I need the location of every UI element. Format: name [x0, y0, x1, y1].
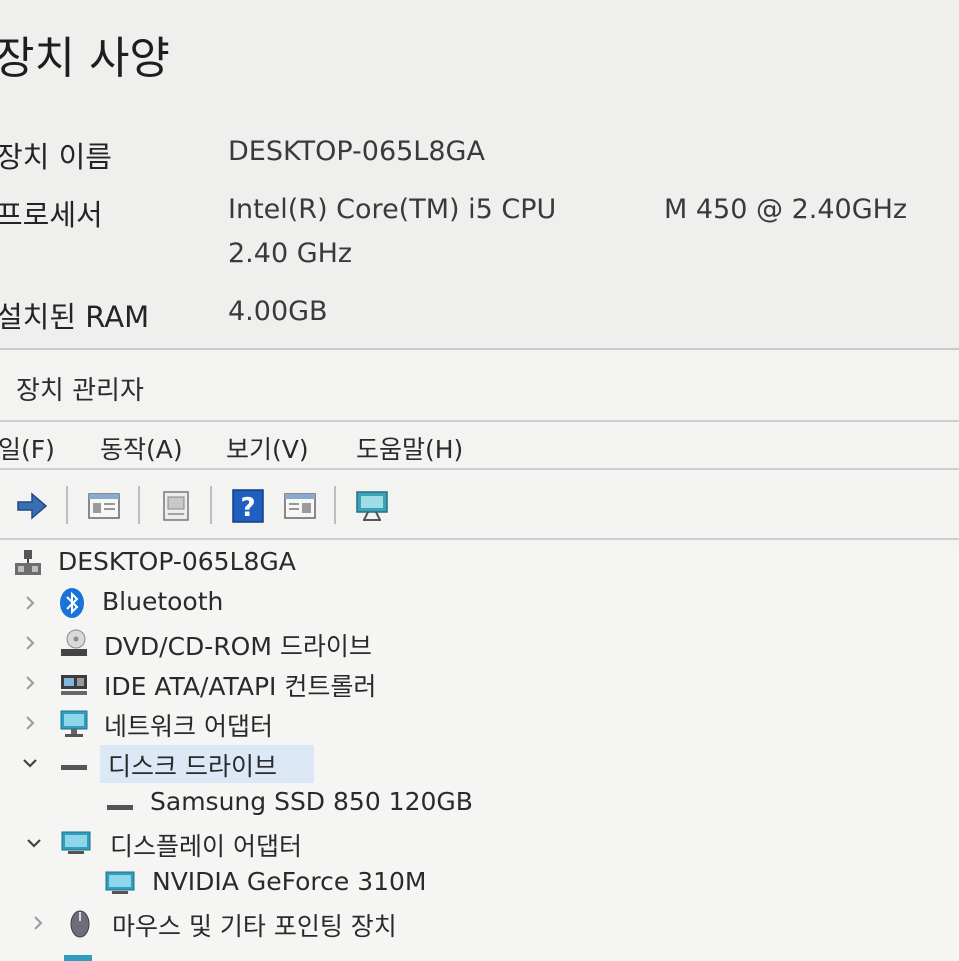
tree-item-dvd[interactable]: DVD/CD-ROM 드라이브 [0, 625, 959, 663]
spec-label-processor: 프로세서 [0, 198, 103, 232]
chevron-right-icon[interactable] [20, 593, 40, 613]
tree-item-bluetooth[interactable]: Bluetooth [0, 585, 959, 623]
monitor-icon[interactable] [354, 488, 390, 524]
driver-icon[interactable] [282, 488, 318, 524]
tree-item-ide[interactable]: IDE ATA/ATAPI 컨트롤러 [0, 665, 959, 703]
chevron-right-icon[interactable] [20, 633, 40, 653]
spec-value-device-name: DESKTOP-065L8GA [228, 136, 485, 167]
menu-help[interactable]: 도움말(H) [356, 430, 463, 466]
disk-drive-icon [61, 765, 87, 770]
tree-item-mouse[interactable]: 마우스 및 기타 포인팅 장치 [0, 905, 959, 943]
disk-icon [107, 805, 133, 810]
tree-item-label: NVIDIA GeForce 310M [152, 867, 427, 896]
optical-drive-icon [61, 629, 87, 656]
device-tree: DESKTOP-065L8GA Bluetooth DVD/CD-ROM 드라이… [0, 545, 959, 961]
tree-item-label: Bluetooth [102, 587, 224, 616]
tree-item-label: 네트워크 어댑터 [104, 712, 273, 741]
device-manager-window: 장치 관리자 일(F) 동작(A) 보기(V) 도움말(H) ? DESKTOP… [0, 348, 959, 961]
computer-icon [15, 550, 41, 575]
chevron-down-icon[interactable] [24, 833, 44, 853]
spec-label-ram: 설치된 RAM [0, 300, 150, 334]
spec-value-processor-speed: 2.40 GHz [228, 238, 353, 269]
tree-item-disk-drives[interactable]: 디스크 드라이브 [0, 745, 959, 783]
controller-icon [61, 675, 87, 695]
chevron-right-icon[interactable] [28, 913, 48, 933]
tree-item-label: 디스플레이 어댑터 [110, 832, 302, 861]
tree-item-display-adapters[interactable]: 디스플레이 어댑터 [0, 825, 959, 863]
tree-item-label: Samsung SSD 850 120GB [150, 787, 473, 816]
network-icon [60, 710, 88, 737]
tree-root[interactable]: DESKTOP-065L8GA [0, 545, 959, 583]
device-icon[interactable] [158, 488, 194, 524]
menu-file[interactable]: 일(F) [0, 430, 55, 466]
menu-toolbar-divider [0, 468, 959, 470]
display-adapter-icon [105, 871, 135, 894]
toolbar-tree-divider [0, 538, 959, 540]
tree-item-label: 마우스 및 기타 포인팅 장치 [112, 912, 397, 941]
tree-item-label: DVD/CD-ROM 드라이브 [104, 632, 372, 661]
menu-action[interactable]: 동작(A) [100, 430, 183, 466]
chevron-right-icon[interactable] [20, 673, 40, 693]
tree-item-samsung-ssd[interactable]: Samsung SSD 850 120GB [0, 785, 959, 823]
device-specifications: 장치 사양 장치 이름 DESKTOP-065L8GA 프로세서 Intel(R… [0, 0, 959, 348]
spec-title: 장치 사양 [0, 33, 170, 84]
chevron-down-icon[interactable] [20, 753, 40, 773]
tree-root-label: DESKTOP-065L8GA [58, 547, 296, 576]
monitor-icon [64, 955, 92, 961]
spec-value-processor: Intel(R) Core(TM) i5 CPU [228, 194, 557, 225]
help-icon[interactable]: ? [230, 488, 266, 524]
spec-value-ram: 4.00GB [228, 296, 328, 327]
menu-view[interactable]: 보기(V) [226, 430, 309, 466]
tree-item-network[interactable]: 네트워크 어댑터 [0, 705, 959, 743]
toolbar-separator [138, 486, 140, 524]
bluetooth-icon [60, 588, 84, 618]
toolbar-separator [334, 486, 336, 524]
tree-item-label: 디스크 드라이브 [108, 752, 277, 781]
tree-item-label: IDE ATA/ATAPI 컨트롤러 [104, 672, 377, 701]
chevron-right-icon[interactable] [20, 713, 40, 733]
spec-label-device-name: 장치 이름 [0, 140, 112, 174]
toolbar-separator [66, 486, 68, 524]
properties-icon[interactable] [86, 488, 122, 524]
mouse-icon [70, 910, 90, 938]
title-menu-divider [0, 420, 959, 422]
tree-item-nvidia[interactable]: NVIDIA GeForce 310M [0, 865, 959, 903]
spec-value-processor-model: M 450 @ 2.40GHz [664, 194, 908, 225]
forward-arrow-icon[interactable] [14, 488, 50, 524]
display-adapter-icon [61, 831, 91, 854]
svg-text:?: ? [240, 493, 255, 523]
toolbar-separator [210, 486, 212, 524]
window-title: 장치 관리자 [16, 376, 144, 406]
